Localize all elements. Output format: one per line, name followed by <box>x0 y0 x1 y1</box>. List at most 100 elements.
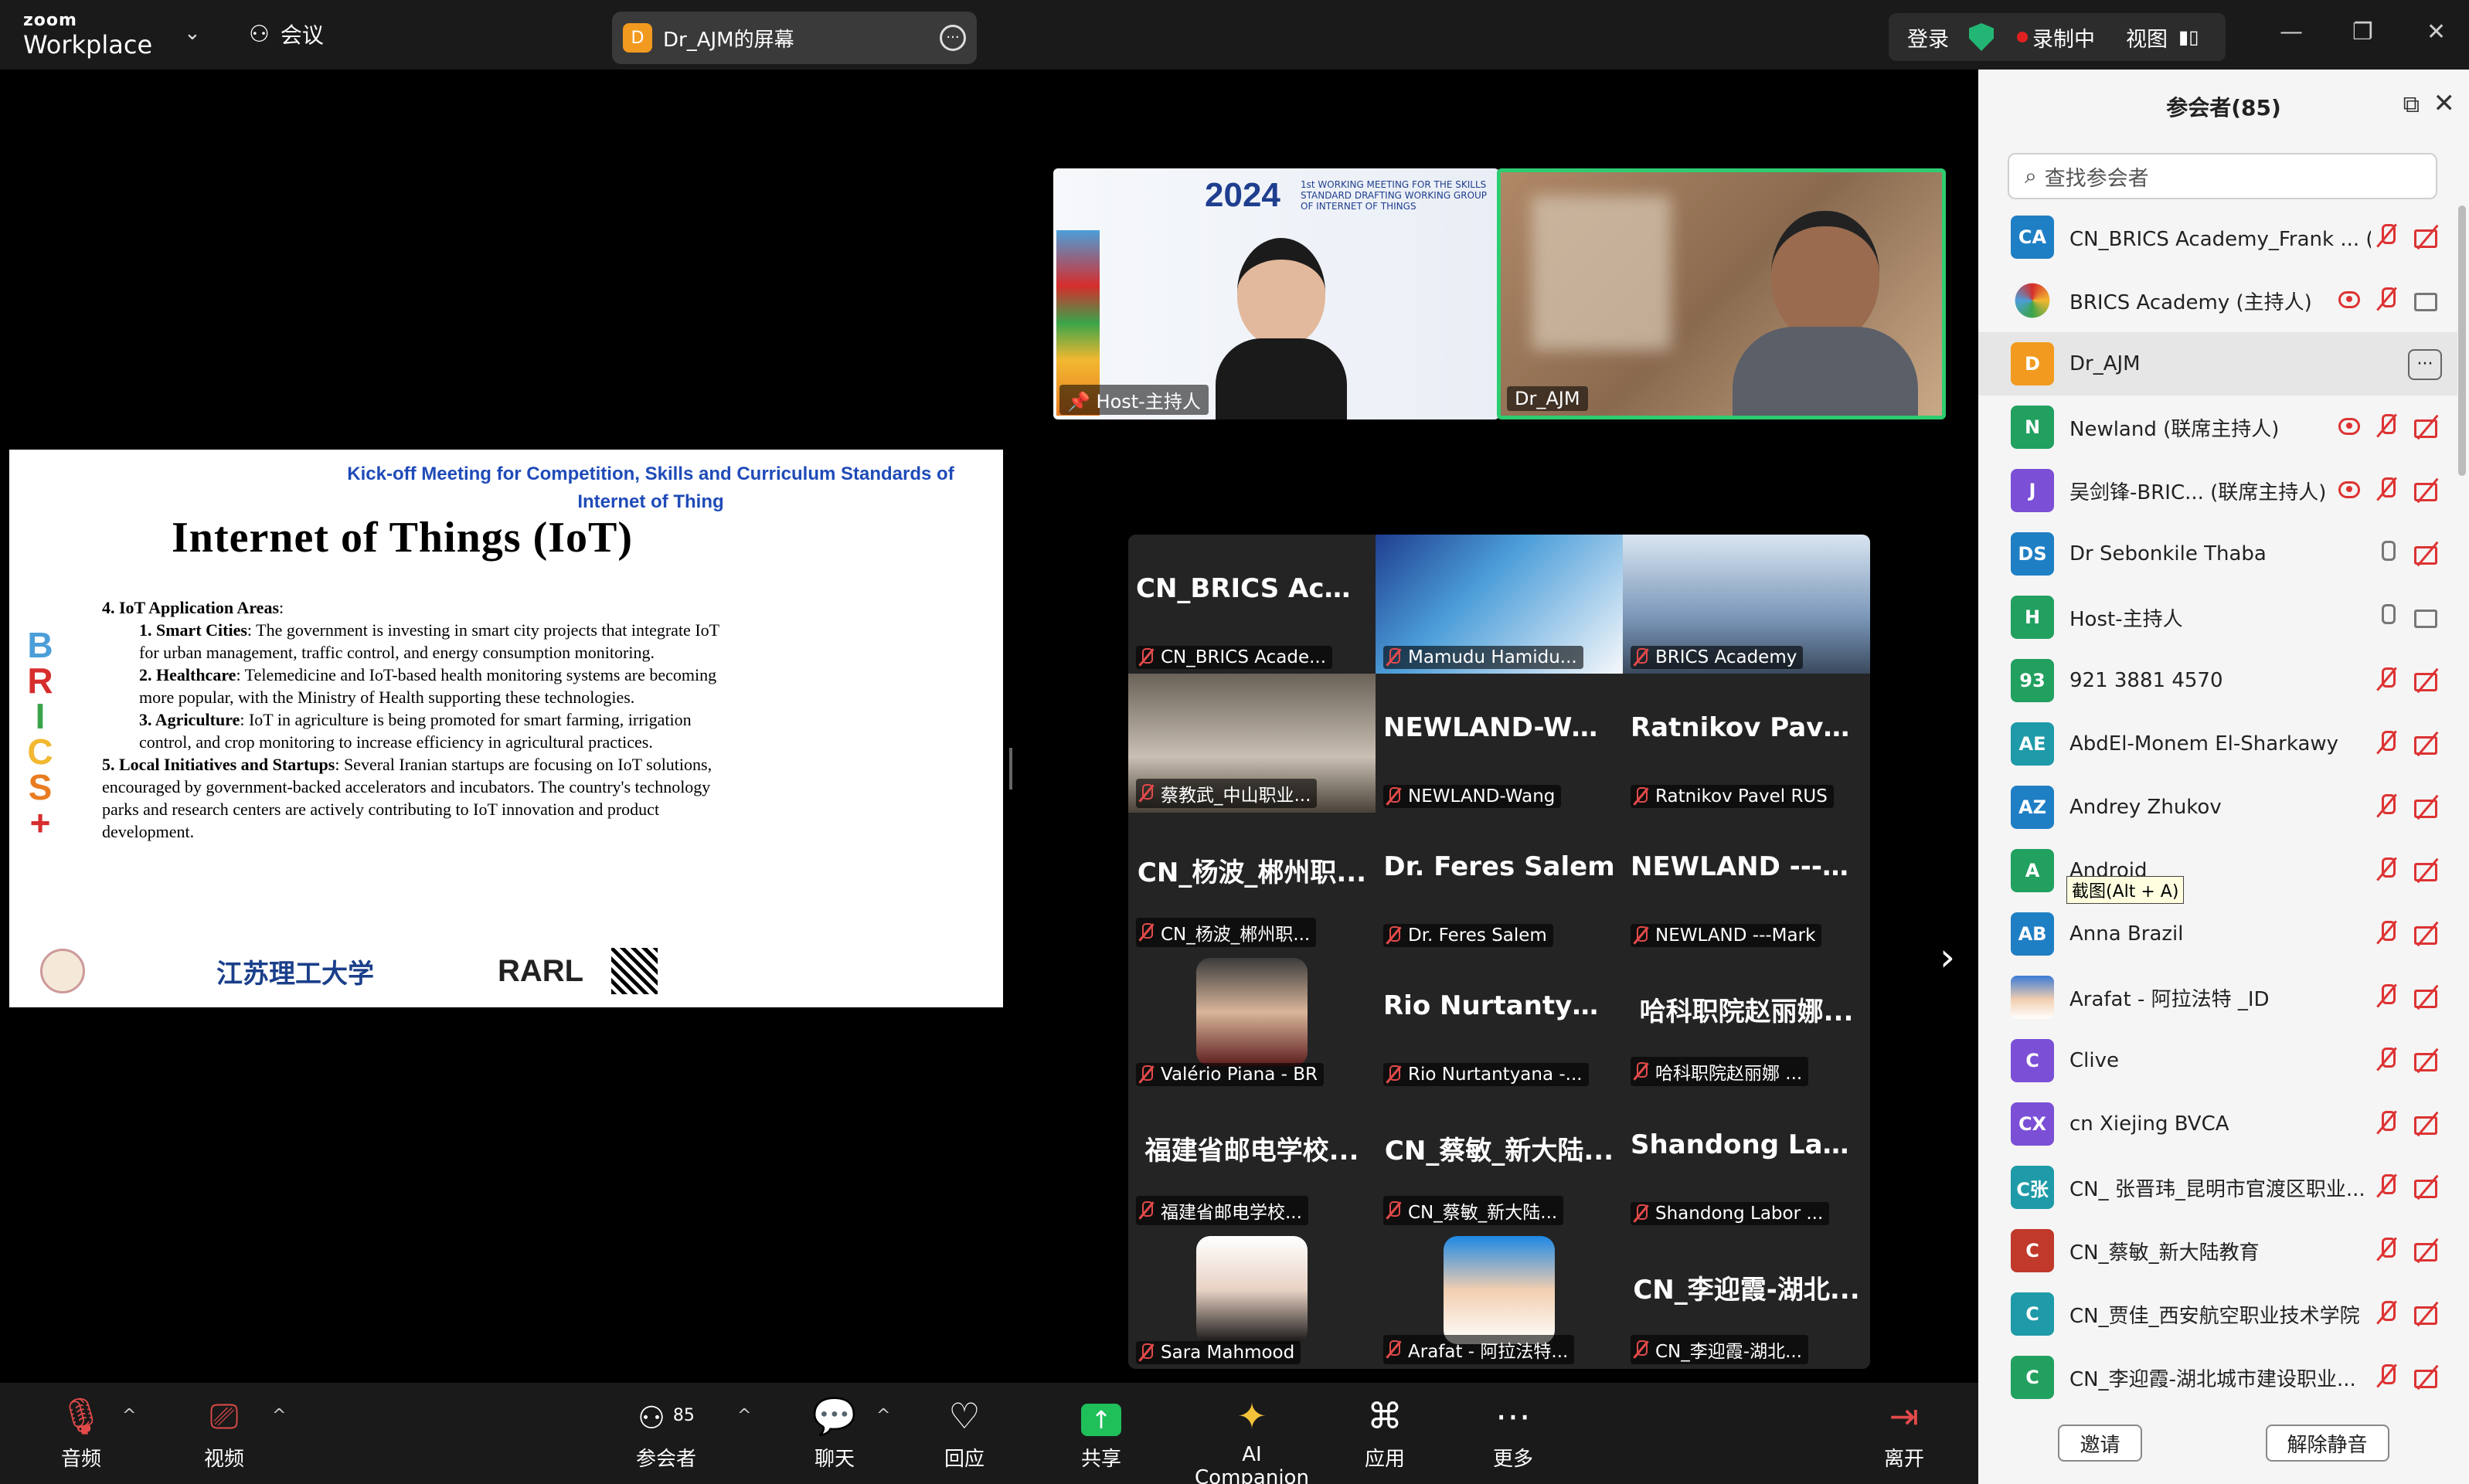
gallery-tile[interactable]: Mamudu Hamidu... <box>1376 535 1623 674</box>
mic-muted-icon <box>1632 1062 1649 1081</box>
leave-button[interactable]: ⇥ 离开 <box>1873 1394 1935 1472</box>
mic-muted-icon <box>2375 1299 2399 1327</box>
participant-row[interactable]: DS Dr Sebonkile Thaba <box>1978 522 2457 586</box>
signin-button[interactable]: 登录 <box>1907 22 1949 53</box>
audio-button[interactable]: 🎙 音频 <box>54 1394 108 1472</box>
participant-row[interactable]: C张 CN_ 张晋玮_昆明市官渡区职业... <box>1978 1156 2457 1219</box>
participant-row[interactable]: CA CN_BRICS Academy_Frank ... (我) <box>1978 205 2457 269</box>
participant-row[interactable]: C Clive <box>1978 1029 2457 1092</box>
participant-row[interactable]: BRICS Academy (主持人) <box>1978 269 2457 332</box>
chevron-right-icon[interactable]: › <box>1940 935 1955 980</box>
participant-status-icons <box>2375 222 2442 250</box>
more-options-icon[interactable]: ··· <box>940 25 966 51</box>
participant-row[interactable]: 93 921 3881 4570 <box>1978 649 2457 712</box>
gallery-tile[interactable]: CN_李迎霞-湖北... CN_李迎霞-湖北... <box>1623 1230 1870 1369</box>
participant-row[interactable]: CX cn Xiejing BVCA <box>1978 1092 2457 1156</box>
tile-display-name: Ratnikov Pavel... <box>1631 712 1870 743</box>
host-person <box>1216 238 1347 419</box>
participant-avatar: AB <box>2011 912 2054 956</box>
gallery-tile[interactable]: 哈科职院赵丽娜... 哈科职院赵丽娜 ... <box>1623 952 1870 1091</box>
chevron-down-icon[interactable]: ⌄ <box>184 22 201 45</box>
ai-companion-button[interactable]: ✦ AI Companion <box>1182 1394 1321 1484</box>
apps-button[interactable]: ⌘ 应用 <box>1354 1394 1416 1472</box>
close-window-icon[interactable]: ✕ <box>2426 19 2446 46</box>
invite-button[interactable]: 邀请 <box>2058 1425 2142 1462</box>
gallery-tile[interactable]: BRICS Academy <box>1623 535 1870 674</box>
participant-row[interactable]: C CN_贾佳_西安航空职业技术学院 <box>1978 1282 2457 1346</box>
participant-avatar: H <box>2011 596 2054 639</box>
list-item: 3. Agriculture: IoT in agriculture is be… <box>139 710 692 752</box>
meeting-menu[interactable]: ⚇ 会议 <box>249 19 324 49</box>
camera-off-icon <box>2414 858 2442 881</box>
popout-icon[interactable]: ⧉ <box>2403 91 2420 118</box>
recording-icon <box>2338 291 2360 308</box>
gallery-tile[interactable]: CN_杨波_郴州职... CN_杨波_郴州职... <box>1128 813 1376 952</box>
participant-name: BRICS Academy (主持人) <box>2069 290 2312 314</box>
gallery-tile[interactable]: NEWLAND-Wang NEWLAND-Wang <box>1376 674 1623 813</box>
video-button[interactable]: ⎚ 视频 <box>195 1394 253 1472</box>
video-options-caret[interactable]: ^ <box>272 1406 286 1425</box>
mic-muted-icon <box>1138 1343 1155 1362</box>
camera-off-icon <box>2414 225 2442 248</box>
mic-muted-icon <box>1632 926 1649 945</box>
participant-row[interactable]: N Newland (联席主持人) <box>1978 396 2457 459</box>
recording-status[interactable]: 录制中 <box>2032 22 2095 53</box>
mic-muted-icon <box>1385 1201 1402 1220</box>
video-host[interactable]: 2024 1st WORKING MEETING FOR THE SKILLS … <box>1053 168 1499 419</box>
chat-caret[interactable]: ^ <box>876 1406 890 1425</box>
scrollbar[interactable] <box>2458 205 2466 476</box>
chat-button[interactable]: 💬 聊天 <box>804 1394 866 1472</box>
participants-caret[interactable]: ^ <box>737 1406 751 1425</box>
participant-row[interactable]: D Dr_AJM ··· <box>1978 332 2457 396</box>
security-shield-icon[interactable] <box>1969 23 1994 51</box>
gallery-tile[interactable]: 蔡教武_中山职业... <box>1128 674 1376 813</box>
gallery-tile[interactable]: Shandong Labor... Shandong Labor ... <box>1623 1091 1870 1230</box>
screen-share-indicator[interactable]: D Dr_AJM的屏幕 ··· <box>612 12 977 64</box>
video-dr-ajm[interactable]: Dr_AJM <box>1497 168 1946 419</box>
participant-search[interactable]: ⌕ 查找参会者 <box>2008 153 2437 199</box>
gallery-tile[interactable]: CN_BRICS Acad... CN_BRICS Acade... <box>1128 535 1376 674</box>
gallery-tile[interactable]: Arafat - 阿拉法特... <box>1376 1230 1623 1369</box>
tile-display-name: CN_蔡敏_新大陆... <box>1384 1136 1614 1166</box>
share-button[interactable]: ↑ 共享 <box>1070 1394 1132 1472</box>
participant-row[interactable]: AZ Andrey Zhukov <box>1978 776 2457 839</box>
resize-handle[interactable] <box>1009 748 1012 790</box>
participant-row[interactable]: AE AbdEl-Monem El-Sharkawy <box>1978 712 2457 776</box>
participant-row[interactable]: Arafat - 阿拉法特 _ID <box>1978 966 2457 1029</box>
participants-button[interactable]: ⚇ 85 参会者 <box>627 1394 705 1472</box>
tile-display-name: CN_李迎霞-湖北... <box>1633 1275 1860 1306</box>
participant-photo <box>1444 1236 1555 1344</box>
participant-row[interactable]: H Host-主持人 <box>1978 586 2457 649</box>
gallery-tile[interactable]: Valério Piana - BR <box>1128 952 1376 1091</box>
participant-row[interactable]: J 吴剑锋-BRIC... (联席主持人) <box>1978 459 2457 522</box>
participant-row[interactable]: AB Anna Brazil <box>1978 902 2457 966</box>
more-button[interactable]: ⋯ 更多 <box>1482 1394 1544 1472</box>
brics-letter: B <box>27 625 53 665</box>
gallery-tile[interactable]: Sara Mahmood <box>1128 1230 1376 1369</box>
participant-row[interactable]: C CN_李迎霞-湖北城市建设职业... <box>1978 1346 2457 1409</box>
brics-letter: S <box>28 767 53 807</box>
gallery-tile[interactable]: CN_蔡敏_新大陆... CN_蔡敏_新大陆... <box>1376 1091 1623 1230</box>
view-button[interactable]: 视图 <box>2126 22 2168 53</box>
minimize-icon[interactable]: — <box>2280 19 2303 46</box>
tile-name-label: 福建省邮电学校... <box>1136 1196 1308 1225</box>
gallery-tile[interactable]: Ratnikov Pavel... Ratnikov Pavel RUS <box>1623 674 1870 813</box>
react-button[interactable]: ♡ 回应 <box>934 1394 995 1472</box>
participant-name: Dr Sebonkile Thaba <box>2069 542 2267 565</box>
gallery-tile[interactable]: 福建省邮电学校... 福建省邮电学校... <box>1128 1091 1376 1230</box>
participant-avatar: AE <box>2011 722 2054 766</box>
unmute-all-button[interactable]: 解除静音 <box>2265 1425 2389 1462</box>
gallery-tile[interactable]: NEWLAND ---M... NEWLAND ---Mark <box>1623 813 1870 952</box>
maximize-icon[interactable]: ❐ <box>2352 19 2373 46</box>
more-options-icon[interactable]: ··· <box>2408 349 2442 380</box>
audio-options-caret[interactable]: ^ <box>122 1406 136 1425</box>
status-group: 登录 录制中 视图 ▮▯ <box>1889 13 2226 61</box>
gallery-tile[interactable]: Rio Nurtantyan... Rio Nurtantyana -... <box>1376 952 1623 1091</box>
participant-name: CN_ 张晋玮_昆明市官渡区职业... <box>2069 1177 2365 1201</box>
close-panel-icon[interactable]: ✕ <box>2433 88 2456 119</box>
camera-off-icon <box>2414 1238 2442 1262</box>
view-grid-icon[interactable]: ▮▯ <box>2178 26 2199 48</box>
gallery-tile[interactable]: Dr. Feres Salem Dr. Feres Salem <box>1376 813 1623 952</box>
participant-row[interactable]: A Android 截图(Alt + A) <box>1978 839 2457 904</box>
participant-row[interactable]: C CN_蔡敏_新大陆教育 <box>1978 1219 2457 1282</box>
